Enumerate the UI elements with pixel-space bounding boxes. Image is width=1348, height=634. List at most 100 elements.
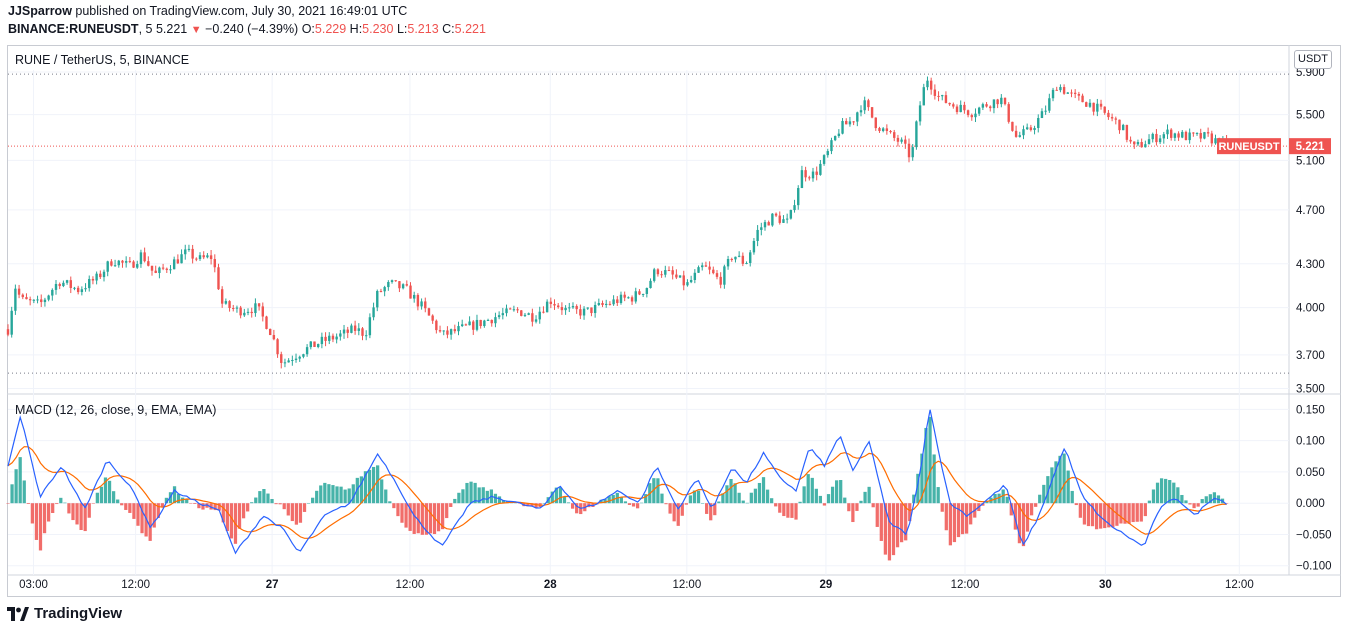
- candle: [989, 106, 992, 109]
- macd-histogram-bar: [99, 486, 104, 504]
- candle: [593, 304, 597, 314]
- macd-histogram-bar: [891, 503, 896, 556]
- time-tick-label: 27: [266, 579, 279, 591]
- chart-canvas[interactable]: 3.5003.7004.0004.3004.7005.1005.5005.900…: [0, 0, 1348, 634]
- candle: [361, 328, 364, 336]
- time-tick-label: 29: [820, 579, 833, 591]
- candle: [900, 139, 903, 142]
- currency-button[interactable]: USDT: [1294, 50, 1332, 69]
- candle: [893, 132, 896, 138]
- candle: [564, 307, 567, 311]
- candle: [974, 113, 977, 118]
- macd-histogram-bar: [290, 503, 294, 522]
- author-name[interactable]: JJSparrow: [8, 4, 72, 18]
- candle: [1081, 95, 1084, 103]
- macd-tick-label: 0.100: [1296, 436, 1325, 448]
- macd-histogram-bar: [1021, 503, 1026, 547]
- candle: [955, 106, 959, 113]
- price-label-value: 5.221: [1296, 141, 1325, 153]
- candle: [254, 303, 257, 314]
- macd-histogram-bar: [254, 497, 258, 504]
- candle: [1210, 133, 1214, 144]
- candle: [62, 282, 65, 287]
- macd-histogram-bar: [794, 503, 798, 520]
- macd-histogram-bar: [818, 495, 823, 504]
- macd-histogram-bar: [944, 503, 948, 531]
- last-price: 5.221: [155, 22, 188, 36]
- macd-histogram-bar: [660, 493, 664, 504]
- macd-histogram-bar: [335, 486, 339, 504]
- candle: [623, 294, 626, 298]
- candle: [726, 259, 730, 267]
- candle: [1133, 141, 1136, 145]
- candle: [283, 362, 287, 364]
- candle: [32, 299, 36, 301]
- candle: [490, 319, 493, 324]
- macd-histogram-bar: [566, 502, 571, 504]
- footer-brand[interactable]: TradingView: [7, 605, 122, 622]
- candle: [1158, 138, 1162, 143]
- candle: [819, 163, 822, 175]
- candle: [320, 336, 324, 345]
- candle: [228, 301, 231, 308]
- candle: [479, 319, 482, 327]
- macd-histogram-bar: [380, 479, 384, 504]
- macd-histogram-bar: [1188, 503, 1192, 505]
- candle: [73, 287, 76, 289]
- candle: [287, 360, 290, 363]
- macd-histogram-bar: [964, 503, 969, 534]
- macd-histogram-bar: [457, 492, 461, 504]
- macd-histogram-bar: [875, 503, 879, 527]
- macd-histogram-bar: [327, 484, 331, 504]
- low-label: L:: [396, 22, 408, 36]
- macd-histogram-bar: [1192, 503, 1196, 509]
- candle: [206, 255, 209, 258]
- candle: [763, 222, 767, 228]
- time-tick-label: 30: [1099, 579, 1112, 591]
- macd-histogram-bar: [765, 489, 770, 504]
- macd-histogram-bar: [729, 478, 733, 504]
- macd-histogram-bar: [952, 503, 957, 543]
- macd-histogram-bar: [887, 503, 892, 561]
- candle: [331, 335, 335, 340]
- candle: [268, 328, 272, 336]
- candle: [1025, 127, 1029, 130]
- candle: [808, 177, 811, 179]
- candle: [734, 256, 737, 260]
- candle: [963, 104, 966, 111]
- macd-histogram-bar: [753, 488, 758, 504]
- macd-histogram-bar: [311, 497, 315, 504]
- macd-histogram-bar: [867, 486, 871, 504]
- macd-histogram-bar: [863, 491, 867, 504]
- candle: [172, 259, 176, 270]
- macd-histogram-bar: [757, 482, 762, 504]
- macd-histogram-bar: [270, 498, 274, 504]
- time-tick-label: 28: [544, 579, 557, 591]
- candle: [542, 311, 545, 313]
- price-label-symbol: RUNEUSDT: [1218, 141, 1279, 153]
- macd-histogram-bar: [1066, 470, 1070, 504]
- candle: [1055, 89, 1058, 91]
- macd-tick-label: 0.000: [1296, 498, 1325, 510]
- macd-histogram-bar: [871, 503, 875, 508]
- open-value: 5.229: [314, 22, 347, 36]
- candle: [933, 89, 937, 96]
- macd-histogram-bar: [55, 503, 59, 505]
- macd-histogram-bar: [319, 485, 323, 504]
- macd-histogram-bar: [258, 491, 262, 504]
- macd-histogram-bar: [30, 503, 34, 524]
- price-tick-label: 4.300: [1296, 259, 1325, 271]
- candle: [17, 288, 21, 295]
- candle: [475, 319, 479, 330]
- macd-histogram-bar: [940, 503, 944, 512]
- candle: [571, 306, 575, 308]
- macd-histogram-bar: [806, 474, 810, 504]
- candle: [472, 321, 475, 330]
- candle: [265, 316, 268, 329]
- macd-histogram-bar: [1135, 503, 1139, 522]
- candle: [76, 287, 80, 293]
- macd-histogram-bar: [855, 503, 859, 511]
- macd-histogram-bar: [6, 503, 10, 504]
- candle: [272, 335, 276, 340]
- candle: [874, 117, 877, 129]
